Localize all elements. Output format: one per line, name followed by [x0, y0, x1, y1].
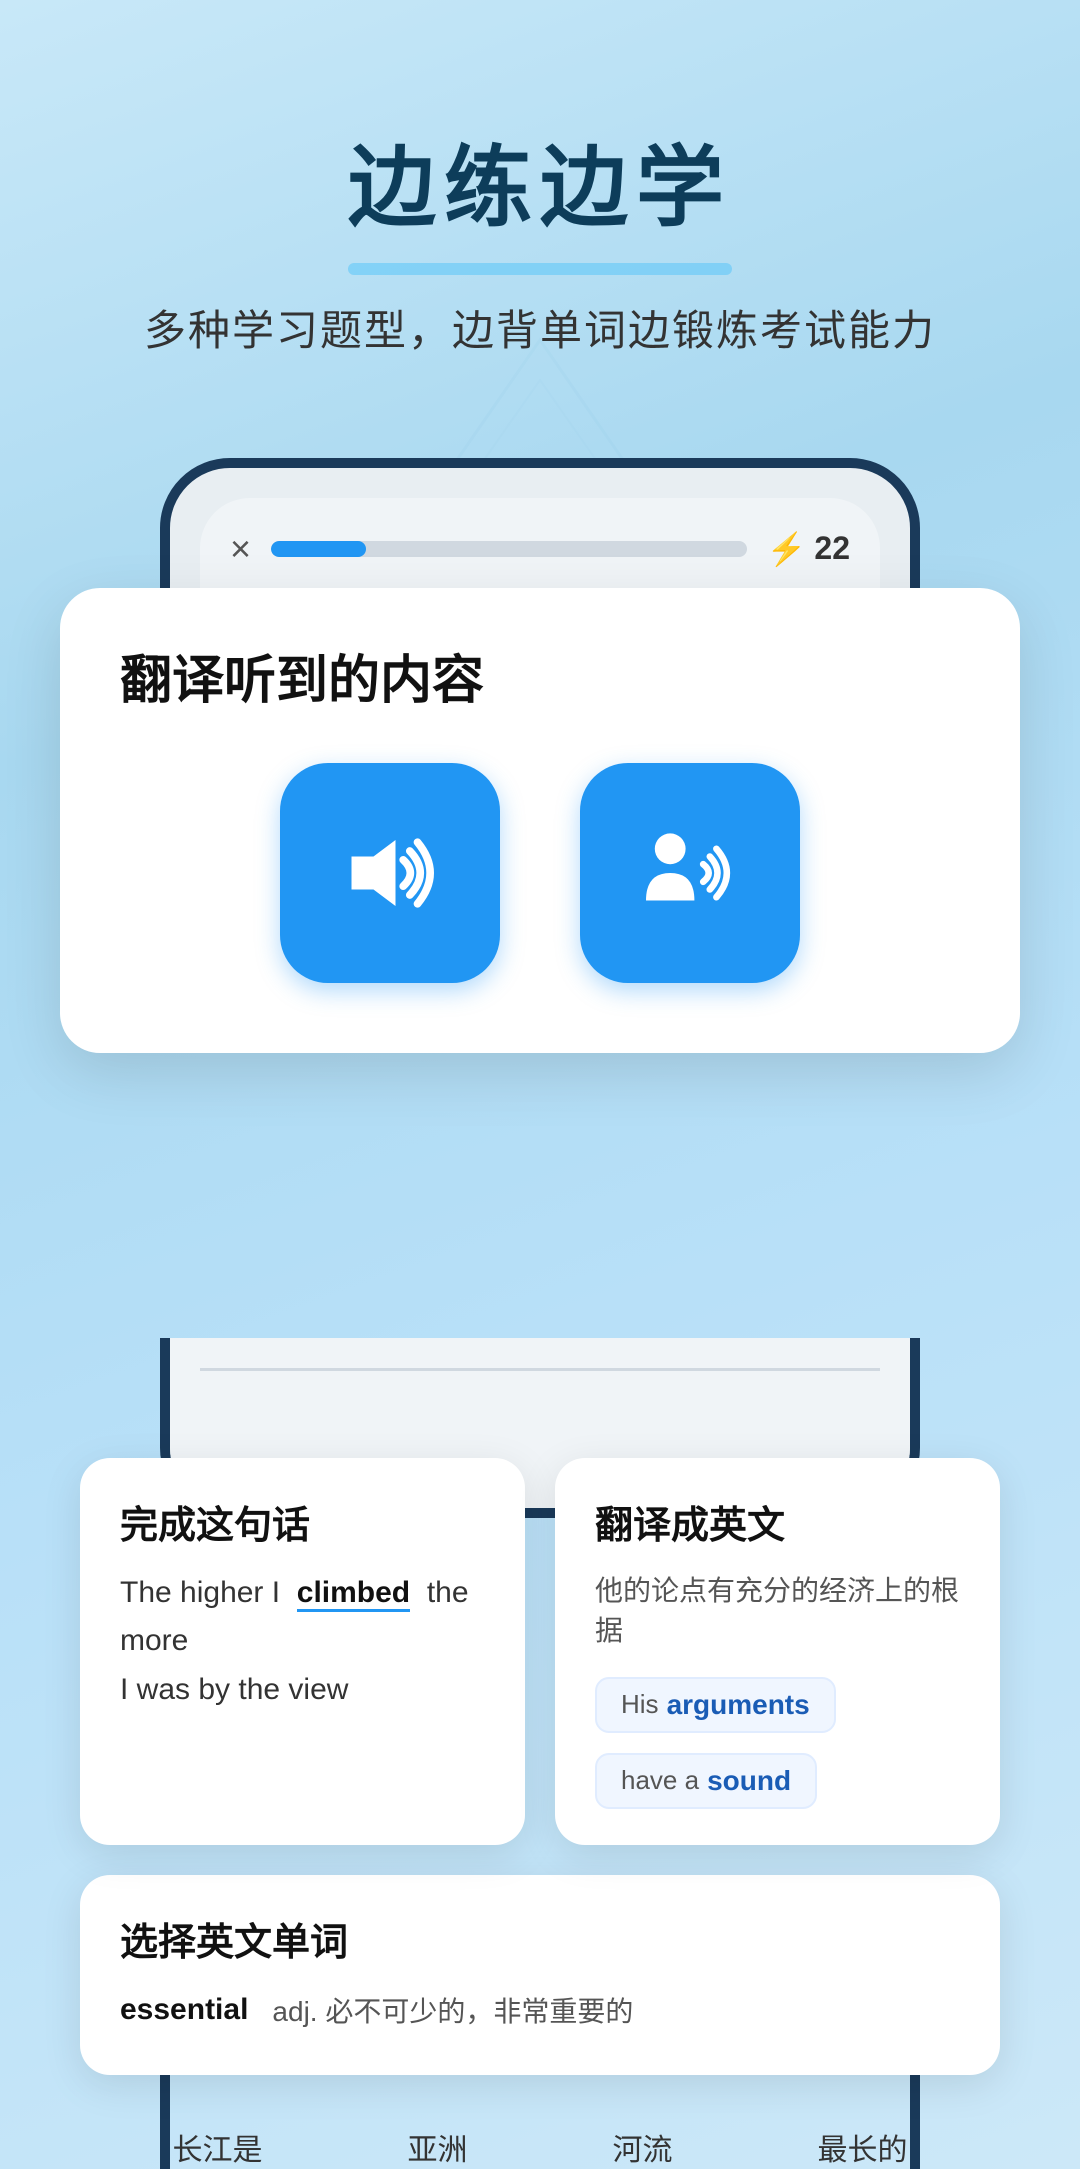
word-definition: adj. 必不可少的，非常重要的 [272, 1990, 633, 2030]
page-title: 边练边学 [348, 140, 732, 237]
sentence-line-2: I was by the view [120, 1673, 485, 1707]
bottom-label-4: 最长的 [818, 2125, 908, 2169]
word-item: essential adj. 必不可少的，非常重要的 [120, 1990, 960, 2030]
translate-audio-card: 翻译听到的内容 [60, 588, 1020, 1053]
progress-bar-container [271, 541, 747, 557]
score-area: ⚡ 22 [767, 530, 850, 568]
speaker-icon [335, 818, 445, 928]
translate-english-card: 翻译成英文 他的论点有充分的经济上的根据 His arguments have … [555, 1458, 1000, 1845]
cards-row: 完成这句话 The higher I climbed the more I wa… [60, 1458, 1020, 1845]
bottom-label-3: 河流 [613, 2125, 673, 2169]
complete-sentence-card: 完成这句话 The higher I climbed the more I wa… [80, 1458, 525, 1845]
bottom-label-2: 亚洲 [408, 2125, 468, 2169]
chinese-text: 他的论点有充分的经济上的根据 [595, 1569, 960, 1649]
bottom-labels-row: 长江是 亚洲 河流 最长的 [60, 2095, 1020, 2169]
progress-bar-fill [271, 541, 366, 557]
lightning-icon: ⚡ [767, 530, 807, 568]
select-word-card: 选择英文单词 essential adj. 必不可少的，非常重要的 [80, 1875, 1000, 2075]
speaker-button[interactable] [280, 763, 500, 983]
chip1-word: arguments [667, 1689, 810, 1721]
bottom-section: 完成这句话 The higher I climbed the more I wa… [0, 1338, 1080, 2169]
select-word-title: 选择英文单词 [120, 1911, 960, 1966]
answer-chips: His arguments have a sound [595, 1677, 960, 1809]
person-speaker-icon [635, 818, 745, 928]
chip-2[interactable]: have a sound [595, 1753, 817, 1809]
chip-1[interactable]: His arguments [595, 1677, 836, 1733]
bottom-label-1: 长江是 [173, 2125, 263, 2169]
translate-card-title: 翻译听到的内容 [120, 638, 960, 713]
title-underline [348, 263, 732, 275]
complete-sentence-title: 完成这句话 [120, 1494, 485, 1549]
sentence-part1: The higher I [120, 1576, 280, 1609]
audio-buttons-row [120, 763, 960, 1003]
score-value: 22 [814, 530, 850, 567]
page-wrapper: 边练边学 多种学习题型，边背单词边锻炼考试能力 × ⚡ 22 [0, 0, 1080, 2169]
sentence-line-1: The higher I climbed the more [120, 1569, 485, 1665]
translate-english-title: 翻译成英文 [595, 1494, 960, 1549]
sentence-blank: climbed [297, 1576, 410, 1612]
chip2-word: sound [707, 1765, 791, 1797]
phone-divider [200, 1368, 880, 1371]
chip1-prefix: His [621, 1689, 659, 1720]
phone-top-bar: × ⚡ 22 [230, 528, 850, 570]
word-text: essential [120, 1993, 248, 2027]
phone-mock: × ⚡ 22 翻译听到的内容 [90, 458, 990, 758]
person-speaker-button[interactable] [580, 763, 800, 983]
chip2-prefix: have a [621, 1765, 699, 1796]
close-button[interactable]: × [230, 528, 251, 570]
